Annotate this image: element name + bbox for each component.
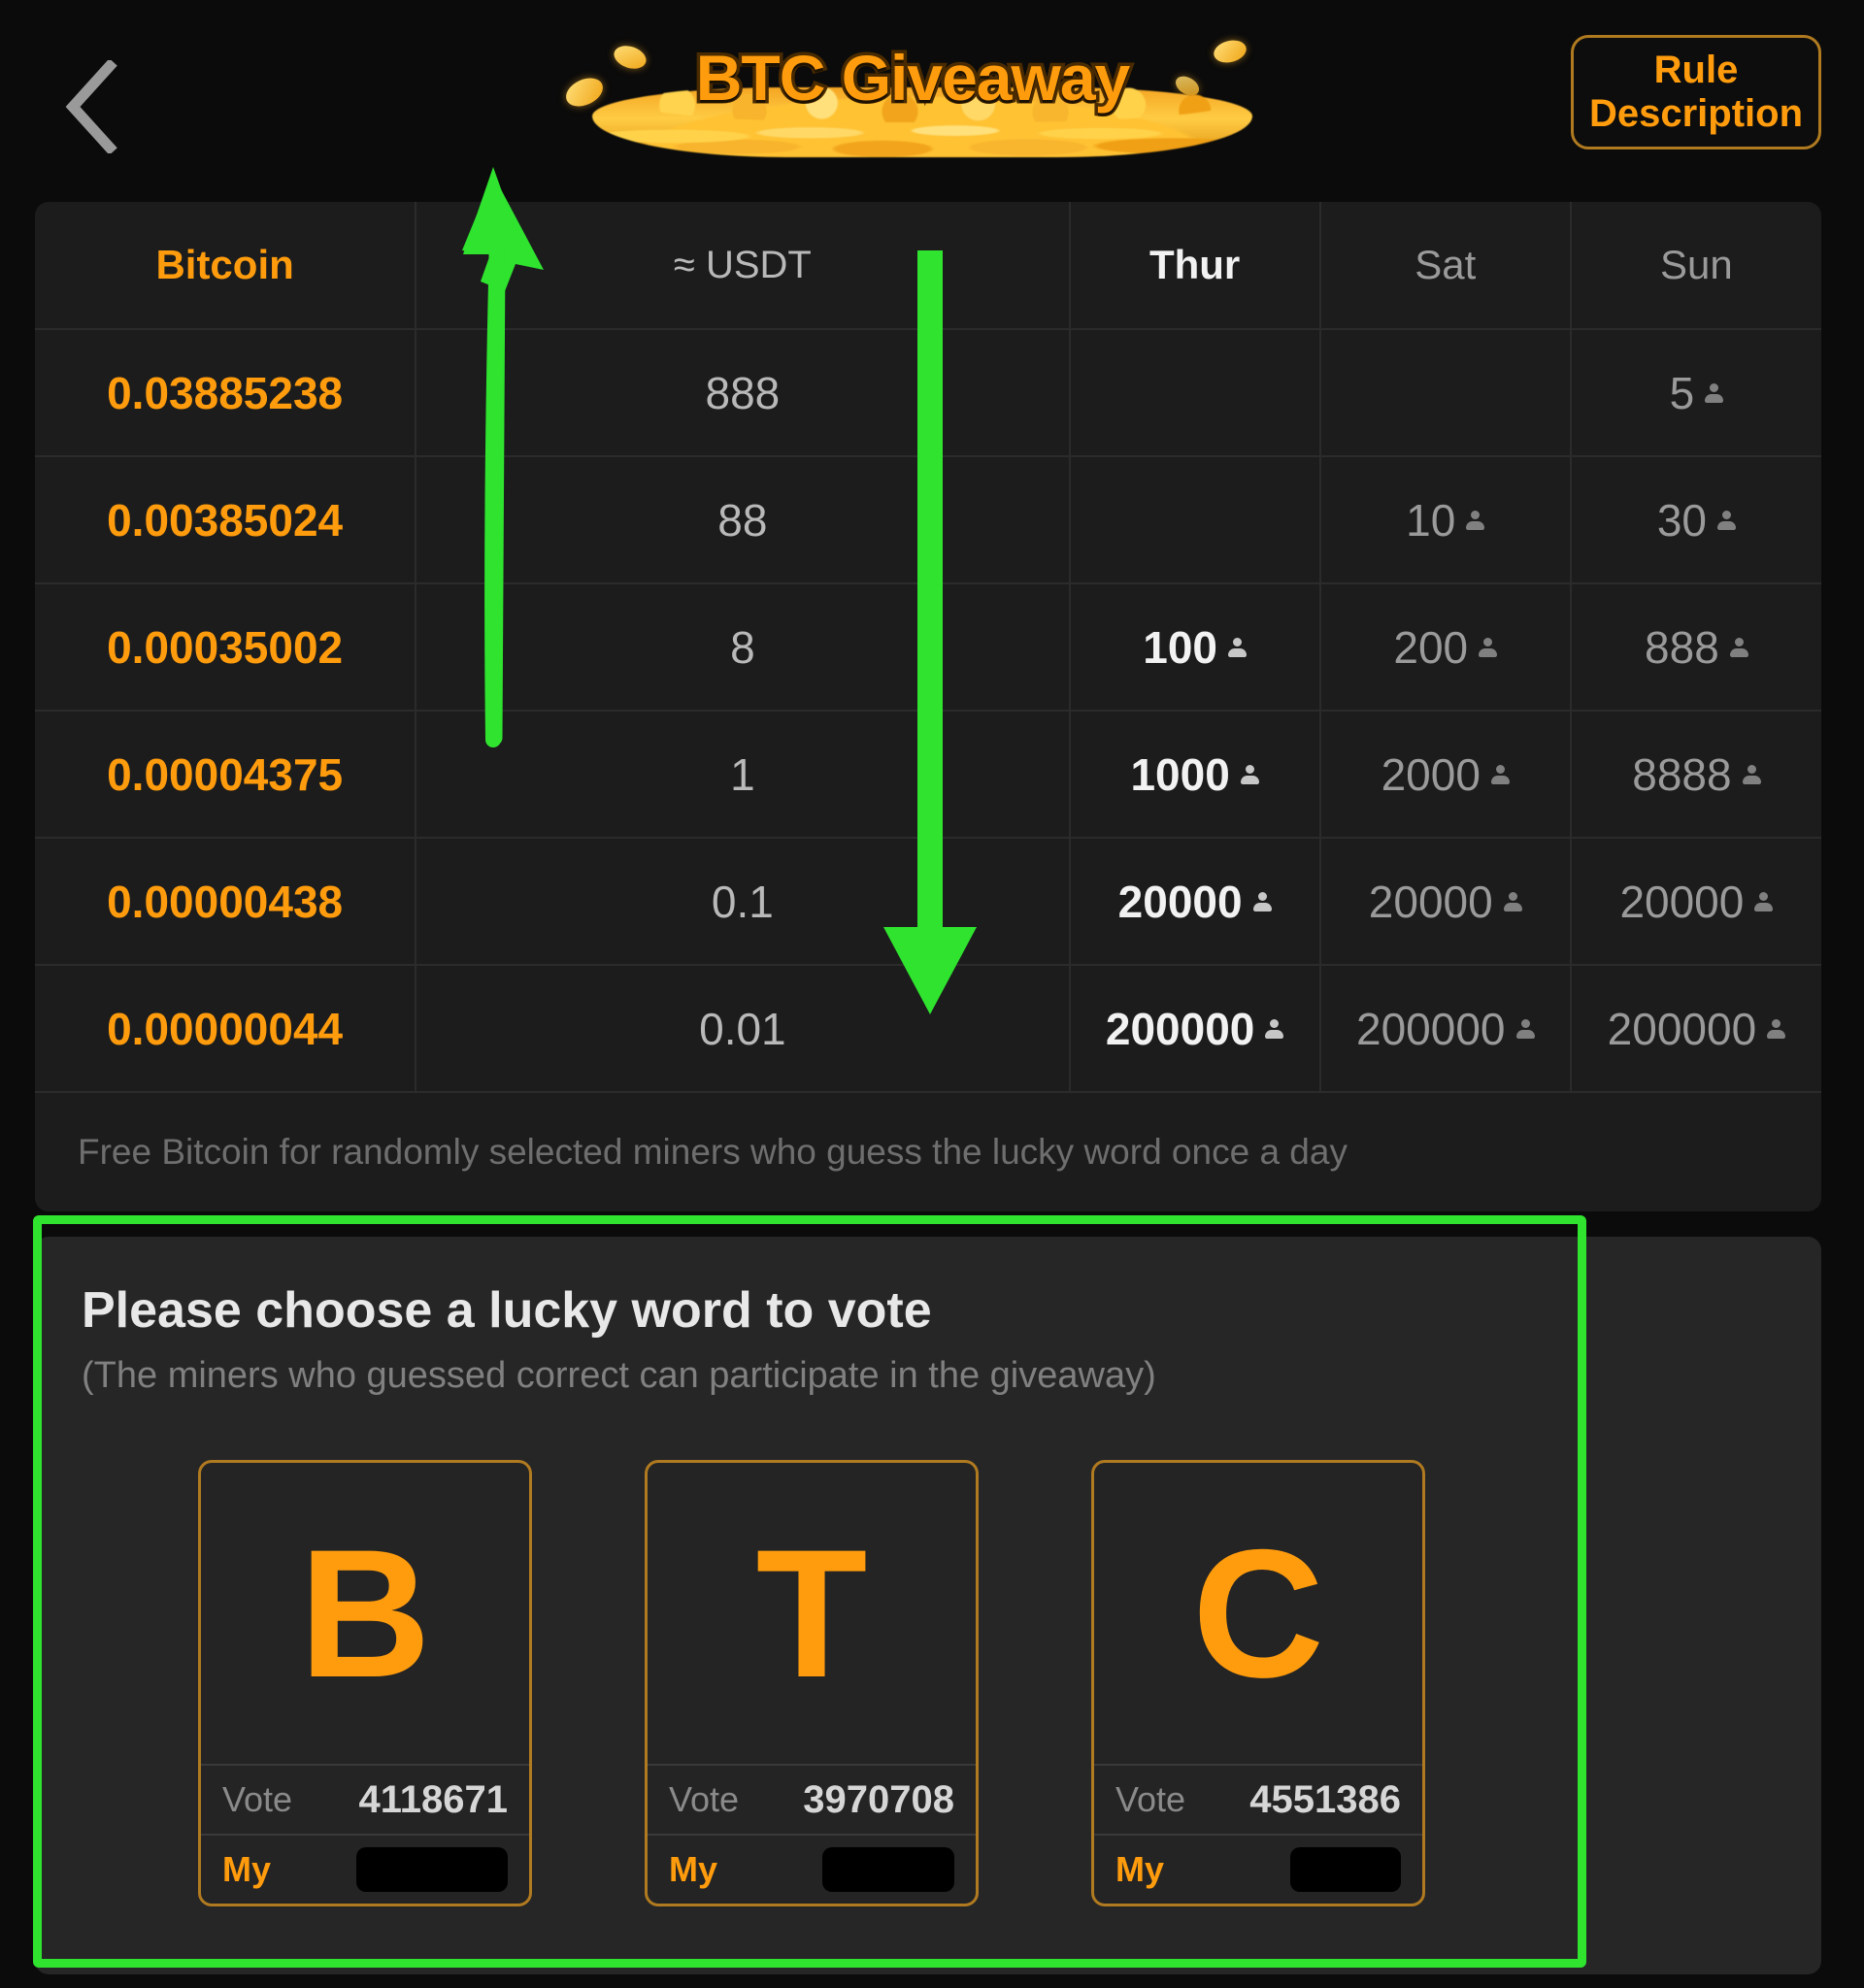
- cell-sat-2: 200: [1319, 583, 1572, 712]
- cell-sat-0: [1319, 329, 1572, 457]
- person-icon: [1252, 890, 1272, 913]
- cell-bitcoin-2: 0.00035002: [35, 583, 417, 712]
- column-header-sat: Sat: [1319, 202, 1572, 330]
- vote-label: Vote: [669, 1779, 740, 1819]
- table-header-row: Bitcoin ≈ USDT Thur Sat Sun: [35, 202, 1821, 330]
- my-vote-value-redacted: [356, 1847, 508, 1892]
- cell-bitcoin-5: 0.00000044: [35, 965, 417, 1093]
- vote-section-subtitle: (The miners who guessed correct can part…: [82, 1355, 1156, 1396]
- cell-thur-4: 20000: [1069, 838, 1321, 966]
- page-title: BTC Giveaway: [692, 39, 1134, 117]
- cell-usdt-5: 0.01: [416, 965, 1071, 1093]
- cell-sat-4: 20000: [1319, 838, 1572, 966]
- table-row: 0.00004375 1 1000 2000 8888: [35, 711, 1821, 839]
- vote-count: 3970708: [803, 1777, 954, 1821]
- cell-thur-2: 100: [1069, 583, 1321, 712]
- cell-thur-0: [1069, 329, 1321, 457]
- cell-bitcoin-3: 0.00004375: [35, 711, 417, 839]
- person-icon: [1729, 636, 1748, 659]
- person-icon: [1240, 763, 1259, 786]
- column-header-sun: Sun: [1570, 202, 1821, 330]
- prize-table-card: Bitcoin ≈ USDT Thur Sat Sun 0.03885238 88…: [35, 202, 1821, 1211]
- lucky-word-letter: T: [755, 1511, 868, 1715]
- person-icon: [1478, 636, 1498, 659]
- column-header-thur: Thur: [1069, 202, 1321, 330]
- cell-sun-3: 8888: [1570, 711, 1821, 839]
- cell-thur-3: 1000: [1069, 711, 1321, 839]
- btc-giveaway-screen: BTC Giveaway Rule Description Bitcoin ≈ …: [0, 0, 1864, 1988]
- lucky-word-card-b[interactable]: B Vote 4118671 My: [198, 1460, 532, 1906]
- person-icon: [1753, 890, 1774, 913]
- vote-count-row: Vote 4551386: [1094, 1764, 1422, 1834]
- my-vote-row: My: [648, 1834, 976, 1904]
- table-row: 0.00000044 0.01 200000 200000 200000: [35, 965, 1821, 1093]
- person-icon: [1503, 890, 1522, 913]
- cell-sat-1: 10: [1319, 456, 1572, 584]
- person-icon: [1465, 509, 1485, 532]
- my-vote-value-redacted: [822, 1847, 954, 1892]
- person-icon: [1766, 1017, 1786, 1041]
- vote-label: Vote: [222, 1779, 293, 1819]
- column-header-usdt: ≈ USDT: [416, 202, 1071, 330]
- column-header-bitcoin: Bitcoin: [35, 202, 417, 330]
- cell-thur-1: [1069, 456, 1321, 584]
- cell-sun-0: 5: [1570, 329, 1821, 457]
- vote-count-row: Vote 4118671: [201, 1764, 529, 1834]
- chevron-left-icon: [65, 60, 117, 153]
- cell-usdt-4: 0.1: [416, 838, 1071, 966]
- person-icon: [1264, 1017, 1284, 1041]
- person-icon: [1742, 763, 1761, 786]
- cell-usdt-3: 1: [416, 711, 1071, 839]
- cell-sun-1: 30: [1570, 456, 1821, 584]
- back-button[interactable]: [39, 53, 146, 160]
- cell-sat-5: 200000: [1319, 965, 1572, 1093]
- title-banner: BTC Giveaway: [544, 19, 1282, 165]
- vote-count-row: Vote 3970708: [648, 1764, 976, 1834]
- vote-count: 4551386: [1249, 1777, 1401, 1821]
- table-row: 0.00385024 88 10 30: [35, 456, 1821, 584]
- rule-button-line2: Description: [1588, 92, 1804, 135]
- cell-bitcoin-1: 0.00385024: [35, 456, 417, 584]
- table-note: Free Bitcoin for randomly selected miner…: [35, 1093, 1821, 1211]
- my-label: My: [669, 1849, 718, 1889]
- person-icon: [1227, 636, 1247, 659]
- my-label: My: [222, 1849, 272, 1889]
- cell-bitcoin-4: 0.00000438: [35, 838, 417, 966]
- prize-table: Bitcoin ≈ USDT Thur Sat Sun 0.03885238 88…: [35, 202, 1821, 1093]
- person-icon: [1704, 381, 1724, 405]
- person-icon: [1716, 509, 1736, 532]
- vote-section-title: Please choose a lucky word to vote: [82, 1282, 932, 1339]
- rule-description-button[interactable]: Rule Description: [1571, 35, 1821, 149]
- cell-sun-4: 20000: [1570, 838, 1821, 966]
- cell-thur-5: 200000: [1069, 965, 1321, 1093]
- my-vote-row: My: [1094, 1834, 1422, 1904]
- rule-button-line1: Rule: [1653, 49, 1739, 92]
- lucky-word-options: B Vote 4118671 My T Vote 3970708 My C Vote 4551386…: [35, 1460, 1588, 1906]
- person-icon: [1490, 763, 1510, 786]
- person-icon: [1515, 1017, 1535, 1041]
- lucky-word-letter: B: [299, 1511, 431, 1715]
- vote-count: 4118671: [358, 1777, 508, 1821]
- cell-usdt-0: 888: [416, 329, 1071, 457]
- cell-sun-2: 888: [1570, 583, 1821, 712]
- cell-usdt-1: 88: [416, 456, 1071, 584]
- cell-sun-5: 200000: [1570, 965, 1821, 1093]
- table-row: 0.00000438 0.1 20000 20000 20000: [35, 838, 1821, 966]
- lucky-word-card-c[interactable]: C Vote 4551386 My: [1091, 1460, 1425, 1906]
- my-label: My: [1115, 1849, 1165, 1889]
- my-vote-row: My: [201, 1834, 529, 1904]
- table-row: 0.00035002 8 100 200 888: [35, 583, 1821, 712]
- cell-sat-3: 2000: [1319, 711, 1572, 839]
- vote-label: Vote: [1115, 1779, 1186, 1819]
- table-row: 0.03885238 888 5: [35, 329, 1821, 457]
- lucky-word-card-t[interactable]: T Vote 3970708 My: [645, 1460, 979, 1906]
- vote-section-card: Please choose a lucky word to vote (The …: [35, 1237, 1821, 1974]
- my-vote-value-redacted: [1290, 1847, 1401, 1892]
- cell-usdt-2: 8: [416, 583, 1071, 712]
- lucky-word-letter: C: [1192, 1511, 1324, 1715]
- cell-bitcoin-0: 0.03885238: [35, 329, 417, 457]
- page-header: BTC Giveaway Rule Description: [0, 0, 1864, 184]
